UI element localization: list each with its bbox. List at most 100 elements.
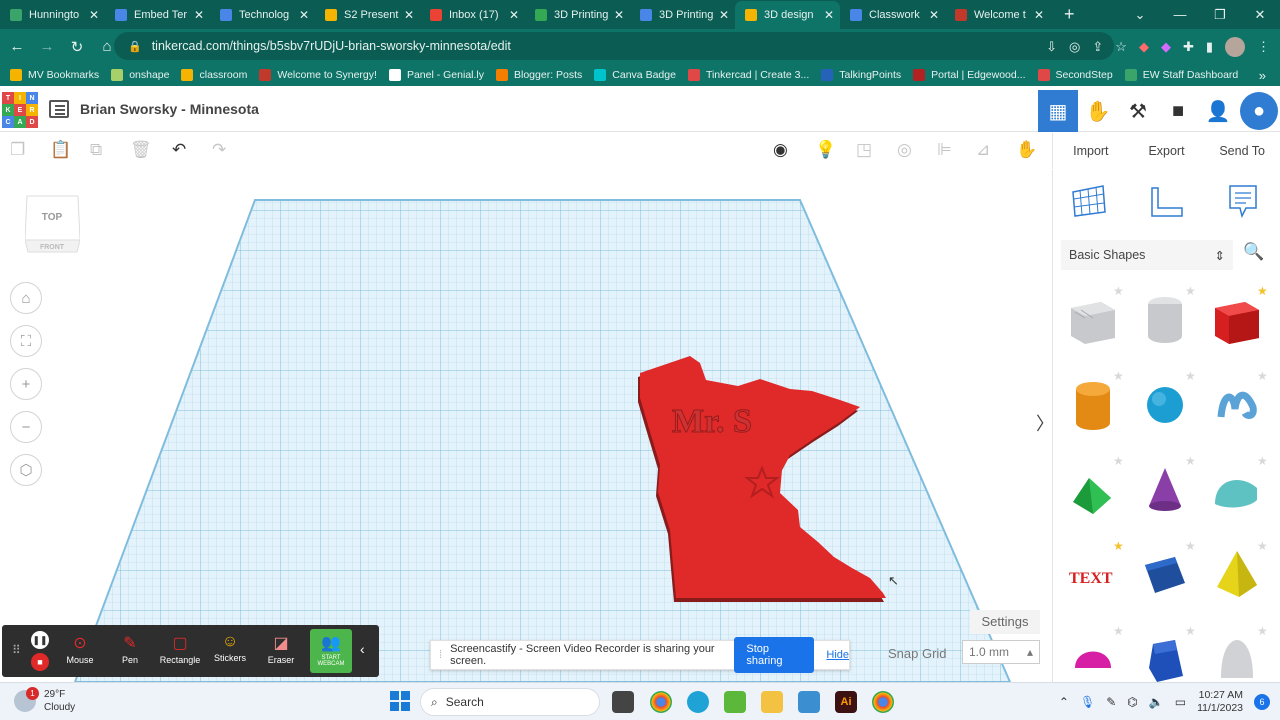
skype-icon[interactable] xyxy=(687,691,709,713)
battery-icon[interactable]: ▭ xyxy=(1175,695,1186,709)
search-icon[interactable]: 🔍 xyxy=(1243,242,1264,262)
taskbar-search[interactable]: ⌕ Search xyxy=(420,688,600,716)
browser-tab[interactable]: Hunningto ✕ xyxy=(0,1,105,29)
favorite-star-icon[interactable]: ★ xyxy=(1185,284,1196,298)
browser-menu-icon[interactable]: ⋮ xyxy=(1257,39,1270,55)
favorite-star-icon[interactable]: ★ xyxy=(1113,369,1124,383)
close-tab-icon[interactable]: ✕ xyxy=(614,8,624,22)
bookmark-item[interactable]: Canva Badge xyxy=(594,69,676,81)
weather-widget[interactable]: 1 29°F Cloudy xyxy=(14,687,75,714)
tray-chevron-icon[interactable]: ⌃ xyxy=(1059,695,1069,709)
workplane-grid[interactable]: Mr. S ↖ xyxy=(0,170,1052,682)
add-user-icon[interactable]: 👤 xyxy=(1198,90,1238,132)
home-view-icon[interactable]: ⌂ xyxy=(10,282,42,314)
delete-icon[interactable]: 🗑 xyxy=(130,140,152,160)
close-tab-icon[interactable]: ✕ xyxy=(299,8,309,22)
copy-icon[interactable]: ❐ xyxy=(10,140,25,160)
browser-tab[interactable]: Embed Ter ✕ xyxy=(105,1,210,29)
back-icon[interactable]: ← xyxy=(4,38,30,55)
close-tab-icon[interactable]: ✕ xyxy=(824,8,834,22)
tinker-hand-icon[interactable]: ✋ xyxy=(1078,90,1118,132)
close-tab-icon[interactable]: ✕ xyxy=(404,8,414,22)
bookmark-item[interactable]: Panel - Genial.ly xyxy=(388,69,484,81)
favorite-star-icon[interactable]: ★ xyxy=(1185,539,1196,553)
menu-icon[interactable] xyxy=(49,100,69,118)
user-avatar[interactable]: ● xyxy=(1240,92,1278,130)
bookmark-item[interactable]: Tinkercad | Create 3... xyxy=(687,69,809,81)
drag-grip-icon[interactable]: ⁞ xyxy=(439,649,442,661)
notes-panel-icon[interactable] xyxy=(1228,184,1258,220)
favorite-star-icon[interactable]: ★ xyxy=(1113,624,1124,638)
close-tab-icon[interactable]: ✕ xyxy=(509,8,519,22)
hide-link[interactable]: Hide xyxy=(826,649,849,661)
ruler-icon[interactable] xyxy=(1148,184,1184,218)
browser-tab[interactable]: 3D design ✕ xyxy=(735,1,840,29)
import-button[interactable]: Import xyxy=(1053,144,1129,158)
build-pickaxe-icon[interactable]: ⚒ xyxy=(1118,90,1158,132)
forward-icon[interactable]: → xyxy=(34,38,60,55)
drag-handle-icon[interactable]: ⠿ xyxy=(12,643,21,657)
collapse-toolbar-icon[interactable]: ‹ xyxy=(360,641,365,657)
pen-tool[interactable]: ✎ Pen xyxy=(114,633,146,665)
briefcase-icon[interactable]: ■ xyxy=(1158,90,1198,132)
shape-category-select[interactable]: Basic Shapes ⇕ xyxy=(1061,240,1233,270)
close-tab-icon[interactable]: ✕ xyxy=(89,8,99,22)
snipping-tool-icon[interactable] xyxy=(798,691,820,713)
stickers-tool[interactable]: ☺ Stickers xyxy=(212,633,248,663)
bookmark-item[interactable]: SecondStep xyxy=(1037,69,1113,81)
group-icon[interactable]: ◳ xyxy=(856,140,872,160)
app-green-icon[interactable] xyxy=(724,691,746,713)
browser-tab[interactable]: S2 Present ✕ xyxy=(315,1,420,29)
start-webcam-button[interactable]: 👥 START WEBCAM xyxy=(310,629,352,673)
bookmark-item[interactable]: Portal | Edgewood... xyxy=(913,69,1026,81)
bookmark-item[interactable]: Blogger: Posts xyxy=(496,69,582,81)
new-tab-button[interactable]: + xyxy=(1064,4,1075,25)
share-icon[interactable]: ⇪ xyxy=(1092,39,1103,55)
clock[interactable]: 10:27 AM 11/1/2023 xyxy=(1197,689,1243,715)
extensions-puzzle-icon[interactable]: ✚ xyxy=(1183,39,1194,55)
close-tab-icon[interactable]: ✕ xyxy=(1034,8,1044,22)
design-title[interactable]: Brian Sworsky - Minnesota xyxy=(80,101,259,117)
pen-tray-icon[interactable]: ✎ xyxy=(1106,695,1116,709)
redo-icon[interactable]: ↷ xyxy=(212,140,226,160)
perspective-icon[interactable]: ⬡ xyxy=(10,454,42,486)
light-bulb-icon[interactable]: 💡 xyxy=(815,140,836,160)
favorite-star-icon[interactable]: ★ xyxy=(1257,454,1268,468)
favorite-star-icon[interactable]: ★ xyxy=(1185,624,1196,638)
extension-purple-icon[interactable]: ◆ xyxy=(1161,39,1171,55)
browser-tab[interactable]: Welcome t ✕ xyxy=(945,1,1050,29)
tinkercad-logo[interactable]: TINKERCAD xyxy=(2,92,38,128)
bookmarks-overflow-icon[interactable]: » xyxy=(1259,68,1266,83)
maximize-button[interactable]: ❐ xyxy=(1200,7,1240,23)
reload-icon[interactable]: ↻ xyxy=(64,38,90,56)
bookmark-item[interactable]: TalkingPoints xyxy=(821,69,901,81)
bookmark-item[interactable]: Welcome to Synergy! xyxy=(259,69,377,81)
zoom-in-icon[interactable]: + xyxy=(10,368,42,400)
browser-tab[interactable]: Inbox (17) ✕ xyxy=(420,1,525,29)
undo-icon[interactable]: ↶ xyxy=(172,140,186,160)
3d-view-grid-icon[interactable]: ▦ xyxy=(1038,90,1078,132)
notification-badge[interactable]: 6 xyxy=(1254,694,1270,710)
close-tab-icon[interactable]: ✕ xyxy=(929,8,939,22)
notes-icon[interactable]: ◉ xyxy=(773,140,788,160)
favorite-star-icon[interactable]: ★ xyxy=(1185,454,1196,468)
snap-grid-select[interactable]: 1.0 mm ▴ xyxy=(962,640,1040,664)
settings-button[interactable]: Settings xyxy=(970,610,1040,634)
favorite-star-icon[interactable]: ★ xyxy=(1257,624,1268,638)
windows-start-icon[interactable] xyxy=(390,691,410,711)
browser-tab[interactable]: 3D Printing ✕ xyxy=(630,1,735,29)
favorite-star-icon[interactable]: ★ xyxy=(1185,369,1196,383)
minimize-button[interactable]: — xyxy=(1160,7,1200,22)
favorite-star-icon[interactable]: ★ xyxy=(1257,539,1268,553)
view-cube[interactable]: TOP FRONT xyxy=(25,192,80,254)
tab-search-icon[interactable]: ⌄ xyxy=(1120,7,1160,23)
network-icon[interactable]: ⌬ xyxy=(1127,695,1137,709)
file-explorer-dark-icon[interactable] xyxy=(612,691,634,713)
rectangle-tool[interactable]: ▢ Rectangle xyxy=(158,633,202,665)
eraser-tool[interactable]: ◪ Eraser xyxy=(264,633,298,665)
bookmark-star-icon[interactable]: ☆ xyxy=(1115,39,1127,55)
favorite-star-icon[interactable]: ★ xyxy=(1257,369,1268,383)
profile-avatar[interactable] xyxy=(1225,36,1245,57)
browser-tab[interactable]: Classwork ✕ xyxy=(840,1,945,29)
bookmark-item[interactable]: EW Staff Dashboard xyxy=(1124,69,1238,81)
